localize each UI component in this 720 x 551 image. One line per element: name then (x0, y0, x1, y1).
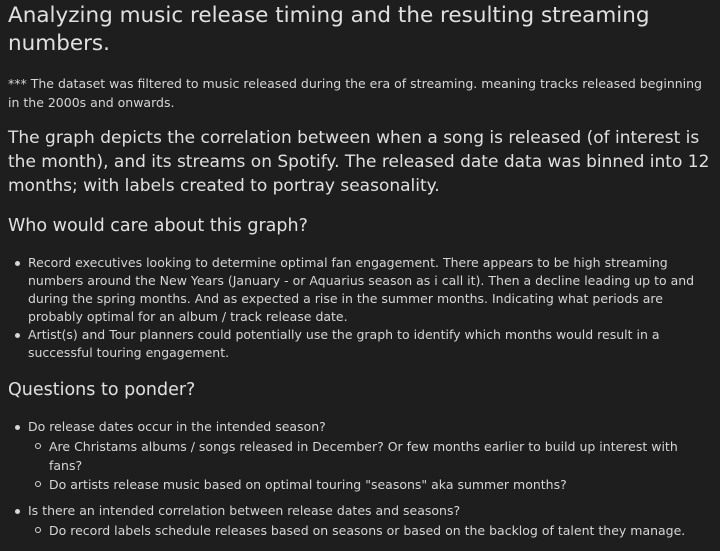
question-item: Do release dates occur in the intended s… (8, 418, 712, 494)
question-text: Do release dates occur in the intended s… (28, 419, 326, 434)
who-heading: Who would care about this graph? (8, 216, 308, 236)
question-item: Is there an intended correlation between… (8, 502, 712, 540)
sub-question-item: Do artists release music based on optima… (28, 475, 712, 494)
questions-list: Do release dates occur in the intended s… (8, 418, 712, 540)
page-title: Analyzing music release timing and the r… (8, 3, 650, 56)
questions-heading: Questions to ponder? (8, 380, 196, 400)
sub-question-item: Are Christams albums / songs released in… (28, 437, 712, 475)
list-item: Artist(s) and Tour planners could potent… (8, 326, 712, 362)
list-item: Record executives looking to determine o… (8, 254, 712, 326)
sub-question-list: Do record labels schedule releases based… (28, 521, 712, 540)
graph-description: The graph depicts the correlation betwee… (8, 128, 710, 196)
audience-list: Record executives looking to determine o… (8, 254, 712, 362)
dataset-note: *** The dataset was filtered to music re… (8, 76, 702, 110)
sub-question-item: Do record labels schedule releases based… (28, 521, 712, 540)
sub-question-list: Are Christams albums / songs released in… (28, 437, 712, 494)
question-text: Is there an intended correlation between… (28, 503, 461, 518)
markdown-cell: Analyzing music release timing and the r… (0, 2, 720, 540)
